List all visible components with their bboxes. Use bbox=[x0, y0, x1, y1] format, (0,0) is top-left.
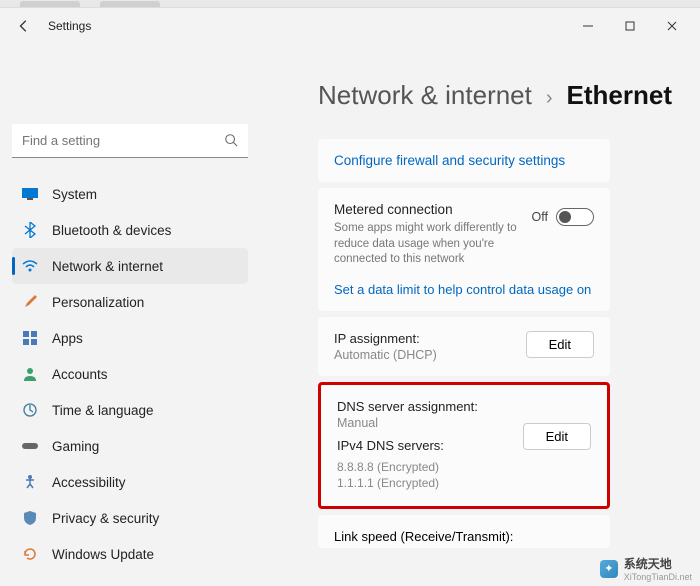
sidebar-item-personalization[interactable]: Personalization bbox=[12, 284, 248, 320]
maximize-icon bbox=[625, 21, 635, 31]
dns-assignment-card: DNS server assignment: Manual IPv4 DNS s… bbox=[318, 382, 610, 510]
metered-connection-card: Metered connection Some apps might work … bbox=[318, 188, 610, 311]
breadcrumb: Network & internet › Ethernet bbox=[318, 80, 700, 111]
data-limit-link[interactable]: Set a data limit to help control data us… bbox=[334, 282, 594, 297]
display-icon bbox=[22, 186, 38, 202]
sidebar-item-system[interactable]: System bbox=[12, 176, 248, 212]
tab-hint bbox=[20, 1, 80, 7]
sidebar-item-accounts[interactable]: Accounts bbox=[12, 356, 248, 392]
breadcrumb-parent[interactable]: Network & internet bbox=[318, 80, 532, 111]
ip-assignment-card: IP assignment: Automatic (DHCP) Edit bbox=[318, 317, 610, 376]
paintbrush-icon bbox=[22, 294, 38, 310]
main-content: Network & internet › Ethernet Configure … bbox=[260, 44, 700, 564]
sidebar-item-label: Privacy & security bbox=[52, 511, 159, 526]
tab-hint bbox=[100, 1, 160, 7]
sidebar-item-label: Windows Update bbox=[52, 547, 154, 562]
bluetooth-icon bbox=[22, 222, 38, 238]
dns-assignment-value: Manual bbox=[337, 416, 513, 430]
link-speed-label: Link speed (Receive/Transmit): bbox=[334, 529, 594, 544]
watermark: ✦ 系统天地 XiTongTianDi.net bbox=[600, 555, 692, 582]
toggle-state-label: Off bbox=[532, 210, 548, 224]
gamepad-icon bbox=[22, 438, 38, 454]
accessibility-icon bbox=[22, 474, 38, 490]
page-title: Ethernet bbox=[567, 80, 672, 111]
search-icon bbox=[224, 133, 238, 152]
sidebar-item-label: Time & language bbox=[52, 403, 154, 418]
sidebar-item-label: Accounts bbox=[52, 367, 108, 382]
person-icon bbox=[22, 366, 38, 382]
ip-edit-button[interactable]: Edit bbox=[526, 331, 594, 358]
sidebar-item-accessibility[interactable]: Accessibility bbox=[12, 464, 248, 500]
sidebar-item-label: Gaming bbox=[52, 439, 99, 454]
ip-assignment-value: Automatic (DHCP) bbox=[334, 348, 437, 362]
watermark-brand: 系统天地 bbox=[624, 555, 692, 572]
dns-server-value: 1.1.1.1 (Encrypted) bbox=[337, 475, 513, 492]
dns-edit-button[interactable]: Edit bbox=[523, 423, 591, 450]
link-speed-card: Link speed (Receive/Transmit): bbox=[318, 515, 610, 548]
close-button[interactable] bbox=[652, 12, 692, 40]
sidebar-item-privacy[interactable]: Privacy & security bbox=[12, 500, 248, 536]
browser-tabstrip bbox=[0, 0, 700, 8]
search-input[interactable] bbox=[12, 124, 248, 158]
sidebar-item-label: Accessibility bbox=[52, 475, 126, 490]
back-button[interactable] bbox=[8, 10, 40, 42]
sidebar-item-time-language[interactable]: Time & language bbox=[12, 392, 248, 428]
dns-server-value: 8.8.8.8 (Encrypted) bbox=[337, 459, 513, 476]
minimize-button[interactable] bbox=[568, 12, 608, 40]
metered-toggle[interactable] bbox=[556, 208, 594, 226]
arrow-left-icon bbox=[17, 19, 31, 33]
wifi-icon bbox=[22, 258, 38, 274]
sidebar-item-windows-update[interactable]: Windows Update bbox=[12, 536, 248, 572]
sidebar-item-label: System bbox=[52, 187, 97, 202]
sidebar-item-label: Apps bbox=[52, 331, 83, 346]
watermark-url: XiTongTianDi.net bbox=[624, 572, 692, 582]
minimize-icon bbox=[583, 21, 593, 31]
close-icon bbox=[667, 21, 677, 31]
titlebar: Settings bbox=[0, 8, 700, 44]
sidebar-item-bluetooth[interactable]: Bluetooth & devices bbox=[12, 212, 248, 248]
sidebar-item-apps[interactable]: Apps bbox=[12, 320, 248, 356]
firewall-settings-link[interactable]: Configure firewall and security settings bbox=[318, 139, 610, 182]
watermark-logo-icon: ✦ bbox=[600, 560, 618, 578]
sidebar-item-label: Personalization bbox=[52, 295, 144, 310]
apps-icon bbox=[22, 330, 38, 346]
metered-title: Metered connection bbox=[334, 202, 522, 217]
sidebar-item-label: Network & internet bbox=[52, 259, 163, 274]
app-title: Settings bbox=[48, 19, 91, 33]
metered-subtitle: Some apps might work differently to redu… bbox=[334, 221, 522, 268]
sidebar-item-gaming[interactable]: Gaming bbox=[12, 428, 248, 464]
dns-assignment-label: DNS server assignment: bbox=[337, 399, 513, 414]
sidebar-item-network[interactable]: Network & internet bbox=[12, 248, 248, 284]
chevron-right-icon: › bbox=[546, 87, 553, 110]
shield-icon bbox=[22, 510, 38, 526]
search-box bbox=[12, 124, 248, 158]
maximize-button[interactable] bbox=[610, 12, 650, 40]
sidebar: System Bluetooth & devices Network & int… bbox=[0, 44, 260, 564]
globe-clock-icon bbox=[22, 402, 38, 418]
ipv4-dns-label: IPv4 DNS servers: bbox=[337, 438, 513, 453]
update-icon bbox=[22, 546, 38, 562]
sidebar-item-label: Bluetooth & devices bbox=[52, 223, 171, 238]
ip-assignment-label: IP assignment: bbox=[334, 331, 437, 346]
